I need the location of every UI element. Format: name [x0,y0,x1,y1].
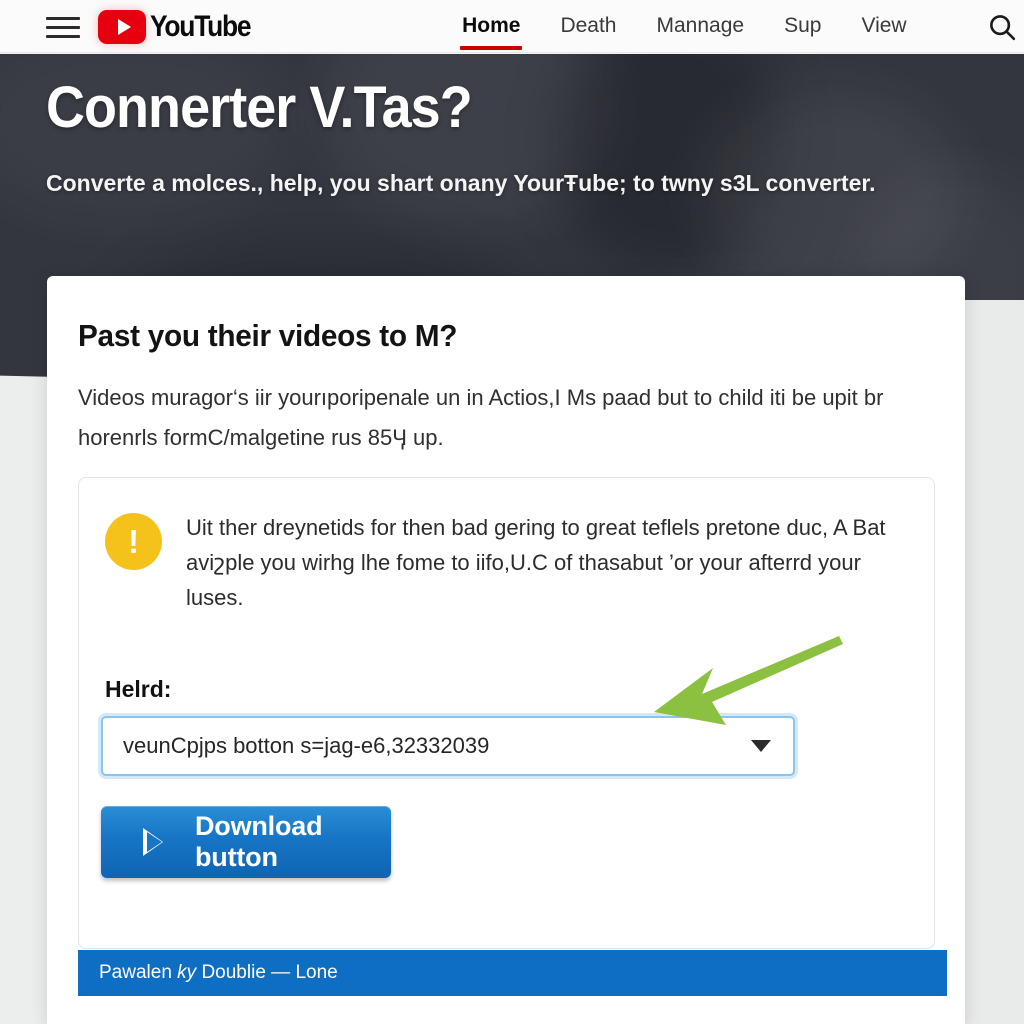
warning-exclamation-icon: ! [105,513,162,570]
download-button-label: Download button [195,811,323,872]
hero-title: Connerter V.Tas? [46,75,473,140]
select-field-label: Helrd: [105,676,172,702]
hamburger-line [46,16,80,20]
warning-alert-text: Uit ther dreynetids for then bad gering … [186,515,886,610]
hamburger-line [46,34,80,38]
card-body-text: Videos muragor‘s iir yourıporipenale un … [78,385,884,450]
nav-item-home[interactable]: Home [460,14,523,50]
youtube-play-icon [98,10,146,44]
warning-alert: ! Uit ther dreynetids for then bad gerin… [105,510,905,615]
download-button[interactable]: Download button [101,806,391,878]
top-navigation-bar: YouTube Home Death Mannage Sup View [0,0,1024,54]
status-suffix: Doublie — Lone [196,962,338,983]
hamburger-menu-icon[interactable] [46,14,80,40]
status-prefix: Pawalen [99,962,178,983]
nav-links: Home Death Mannage Sup View [460,12,1017,50]
chevron-down-icon[interactable] [751,740,771,752]
status-bar: Pawalen ky Doublie — Lone [78,950,947,996]
search-icon[interactable] [987,12,1017,42]
hamburger-line [46,25,80,29]
page-root: Connerter V.Tas? Converte a molces., hel… [0,0,1024,1024]
format-select[interactable]: veunCpjps botton s=jag-e6,32332039 [101,716,795,776]
page-right-margin-sheet [956,300,1024,1024]
card-title: Past you their videos to M? [78,318,458,353]
status-bar-text: Pawalen ky Doublie — Lone [99,962,338,984]
status-emphasis: ky [177,962,197,983]
hero-subtitle: Converte a molces., help, you shart onan… [46,170,876,196]
nav-item-sup[interactable]: Sup [784,14,821,41]
youtube-logo[interactable]: YouTube [98,10,264,44]
youtube-logo-text: YouTube [150,10,252,43]
format-select-value: veunCpjps botton s=jag-e6,32332039 [123,733,490,758]
nav-item-view[interactable]: View [861,14,906,41]
nav-item-mannage[interactable]: Mannage [656,14,744,41]
nav-item-death[interactable]: Death [560,14,616,41]
content-card: Past you their videos to M? Videos murag… [47,276,965,1024]
converter-panel: ! Uit ther dreynetids for then bad gerin… [78,477,935,949]
